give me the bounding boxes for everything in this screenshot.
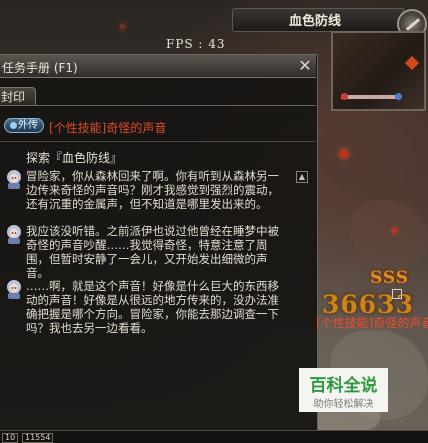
quest-type-badge: 外传	[4, 118, 44, 133]
tab-divider	[0, 105, 316, 106]
window-title: 任务手册 (F1)	[2, 61, 78, 75]
watermark-title: 百科全说	[309, 376, 378, 396]
quest-objective-title: 探索『血色防线』	[26, 151, 123, 165]
watermark-logo: 百科全说 助你轻松解决	[299, 368, 388, 412]
fps-counter: FPS : 43	[166, 37, 226, 51]
quest-name: [个性技能]奇怪的声音	[49, 121, 167, 135]
minimap-room-marker	[341, 93, 348, 100]
globe-icon	[10, 121, 17, 129]
npc-avatar-icon	[7, 280, 21, 299]
quest-type-label: 外传	[18, 120, 38, 131]
dialog-text: 冒险家，你从森林回来了啊。你有听到从森林另一边传来奇怪的声音吗？刚才我感觉到强烈…	[26, 169, 279, 211]
player-marker-icon	[395, 93, 402, 100]
quest-tracker-item[interactable]: [个性技能]奇怪的声音	[316, 314, 428, 331]
dialog-text: 我应该没听错。之前派伊也说过他曾经在睡梦中被奇怪的声音吵醒……我觉得奇怪，特意注…	[26, 224, 279, 280]
scroll-up-icon[interactable]: ▲	[296, 171, 308, 183]
tab-seal[interactable]: 封印	[0, 87, 36, 105]
map-title: 血色防线	[289, 14, 342, 29]
minimap[interactable]	[331, 31, 426, 111]
watermark-subtitle: 助你轻松解决	[313, 399, 374, 410]
bottom-status-bar: 10 11554	[0, 430, 428, 443]
window-titlebar[interactable]: 任务手册 (F1) ✕	[0, 55, 316, 78]
minimap-path	[341, 95, 401, 99]
quest-manual-window: 任务手册 (F1) ✕ 封印 外传 [个性技能]奇怪的声音 探索『血色防线』 ▲…	[0, 54, 318, 434]
npc-avatar-icon	[7, 225, 21, 244]
npc-avatar-icon	[7, 170, 21, 189]
tracker-toggle-icon[interactable]	[392, 289, 402, 299]
boss-room-icon	[404, 55, 420, 71]
close-button[interactable]: ✕	[296, 57, 314, 75]
dialog-text: ……啊，就是这个声音！好像是什么巨大的东西移动的声音！好像是从很远的地方传来的，…	[26, 279, 279, 335]
header-divider	[0, 141, 316, 142]
combo-rank: SSS	[370, 268, 410, 288]
